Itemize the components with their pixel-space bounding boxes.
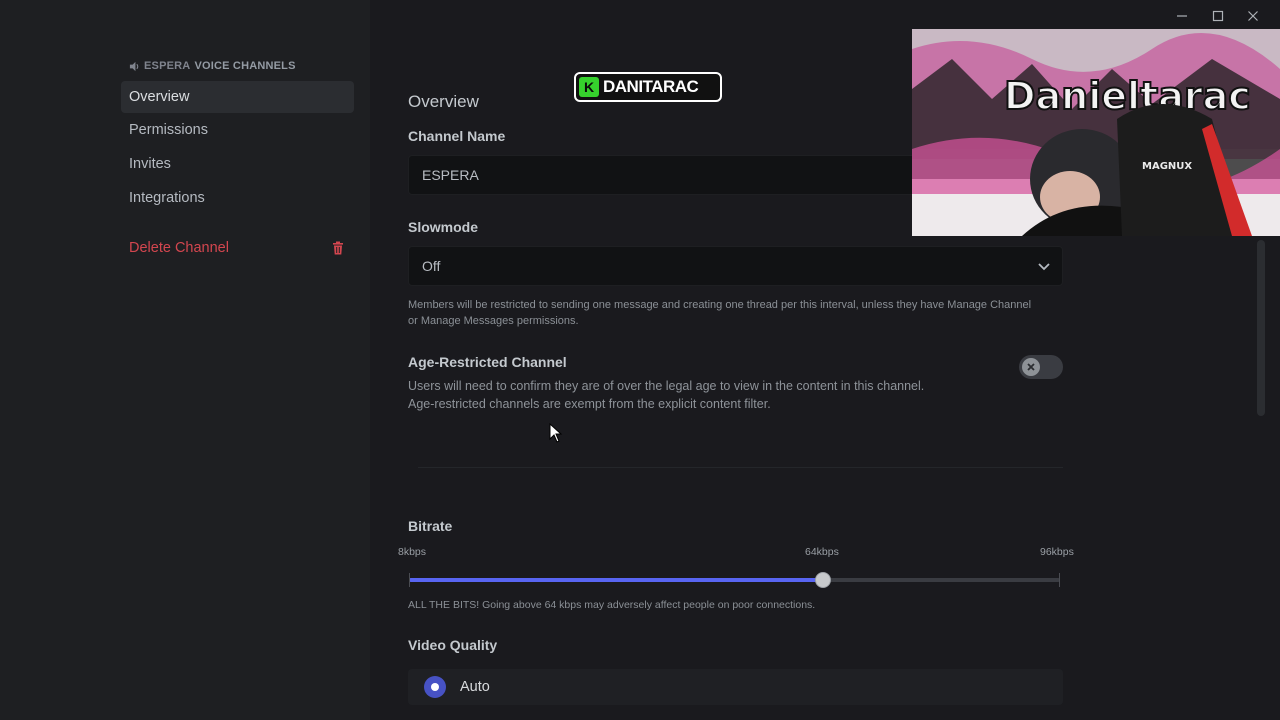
slowmode-value: Off <box>422 258 441 274</box>
toggle-knob <box>1022 358 1040 376</box>
sidebar-item-label: Overview <box>129 89 190 105</box>
delete-channel-label: Delete Channel <box>129 240 229 256</box>
sidebar-item-label: Integrations <box>129 190 205 206</box>
video-quality-option-auto[interactable]: Auto <box>408 669 1063 705</box>
kick-logo-icon: K <box>579 77 599 97</box>
chair-brand-text: MAGNUX <box>1142 161 1192 172</box>
video-quality-option-label: Auto <box>460 679 490 695</box>
page-title: Overview <box>408 92 479 111</box>
bitrate-mid-label: 64kbps <box>805 546 839 558</box>
category-label: VOICE CHANNELS <box>194 60 296 72</box>
age-restricted-help: Users will need to confirm they are of o… <box>408 377 924 413</box>
settings-sidebar: ESPERA VOICE CHANNELS Overview Permissio… <box>0 0 370 720</box>
sidebar-item-invites[interactable]: Invites <box>121 148 354 180</box>
close-window-button[interactable] <box>1243 8 1263 24</box>
content-scrollbar[interactable] <box>1257 240 1265 416</box>
age-restricted-label: Age-Restricted Channel <box>408 354 567 370</box>
webcam-image: Danieltarac MAGNUX <box>912 29 1280 236</box>
webcam-overlay: Danieltarac MAGNUX <box>912 29 1280 236</box>
bitrate-slider-fill <box>409 578 823 582</box>
sidebar-item-overview[interactable]: Overview <box>121 81 354 113</box>
close-icon <box>1027 363 1035 371</box>
slowmode-help-line: Members will be restricted to sending on… <box>408 299 1032 311</box>
streamer-name-banner: K DANITARAC <box>574 72 722 102</box>
minimize-icon <box>1177 15 1187 17</box>
slowmode-help-line: or Manage Messages permissions. <box>408 315 579 327</box>
graffiti-sign-text: Danieltarac <box>1004 74 1251 118</box>
delete-channel-button[interactable]: Delete Channel <box>121 232 354 264</box>
trash-icon <box>333 241 343 255</box>
bitrate-tick <box>409 573 410 587</box>
maximize-button[interactable] <box>1208 8 1228 24</box>
sidebar-item-integrations[interactable]: Integrations <box>121 182 354 214</box>
bitrate-max-label: 96kbps <box>1040 546 1074 558</box>
bitrate-min-label: 8kbps <box>398 546 427 558</box>
section-divider <box>418 467 1063 468</box>
age-restricted-toggle[interactable] <box>1019 355 1063 379</box>
radio-selected-icon <box>424 676 446 698</box>
bitrate-help: ALL THE BITS! Going above 64 kbps may ad… <box>408 599 816 611</box>
channel-category-header: ESPERA VOICE CHANNELS <box>129 60 296 72</box>
channel-name-prefix: ESPERA <box>144 60 191 72</box>
video-quality-label: Video Quality <box>408 637 498 653</box>
settings-window: ESPERA VOICE CHANNELS Overview Permissio… <box>0 0 1280 720</box>
slowmode-select[interactable]: Off <box>408 246 1063 286</box>
channel-name-label: Channel Name <box>408 128 506 144</box>
slowmode-label: Slowmode <box>408 219 479 235</box>
minimize-button[interactable] <box>1172 8 1192 24</box>
slowmode-help: Members will be restricted to sending on… <box>408 297 1031 329</box>
channel-name-value: ESPERA <box>422 167 479 183</box>
sidebar-item-label: Permissions <box>129 122 208 138</box>
age-help-line: Age-restricted channels are exempt from … <box>408 397 771 411</box>
chevron-down-icon <box>1038 263 1050 271</box>
age-help-line: Users will need to confirm they are of o… <box>408 379 925 393</box>
streamer-name: DANITARAC <box>603 77 699 96</box>
sidebar-item-permissions[interactable]: Permissions <box>121 114 354 146</box>
speaker-icon <box>129 61 139 71</box>
bitrate-label: Bitrate <box>408 518 453 534</box>
mouse-cursor-icon <box>549 423 563 443</box>
maximize-icon <box>1212 10 1224 22</box>
bitrate-tick <box>1059 573 1060 587</box>
sidebar-item-label: Invites <box>129 156 171 172</box>
bitrate-slider-thumb[interactable] <box>815 572 831 588</box>
close-icon <box>1248 11 1258 21</box>
bitrate-slider[interactable] <box>409 578 1060 582</box>
